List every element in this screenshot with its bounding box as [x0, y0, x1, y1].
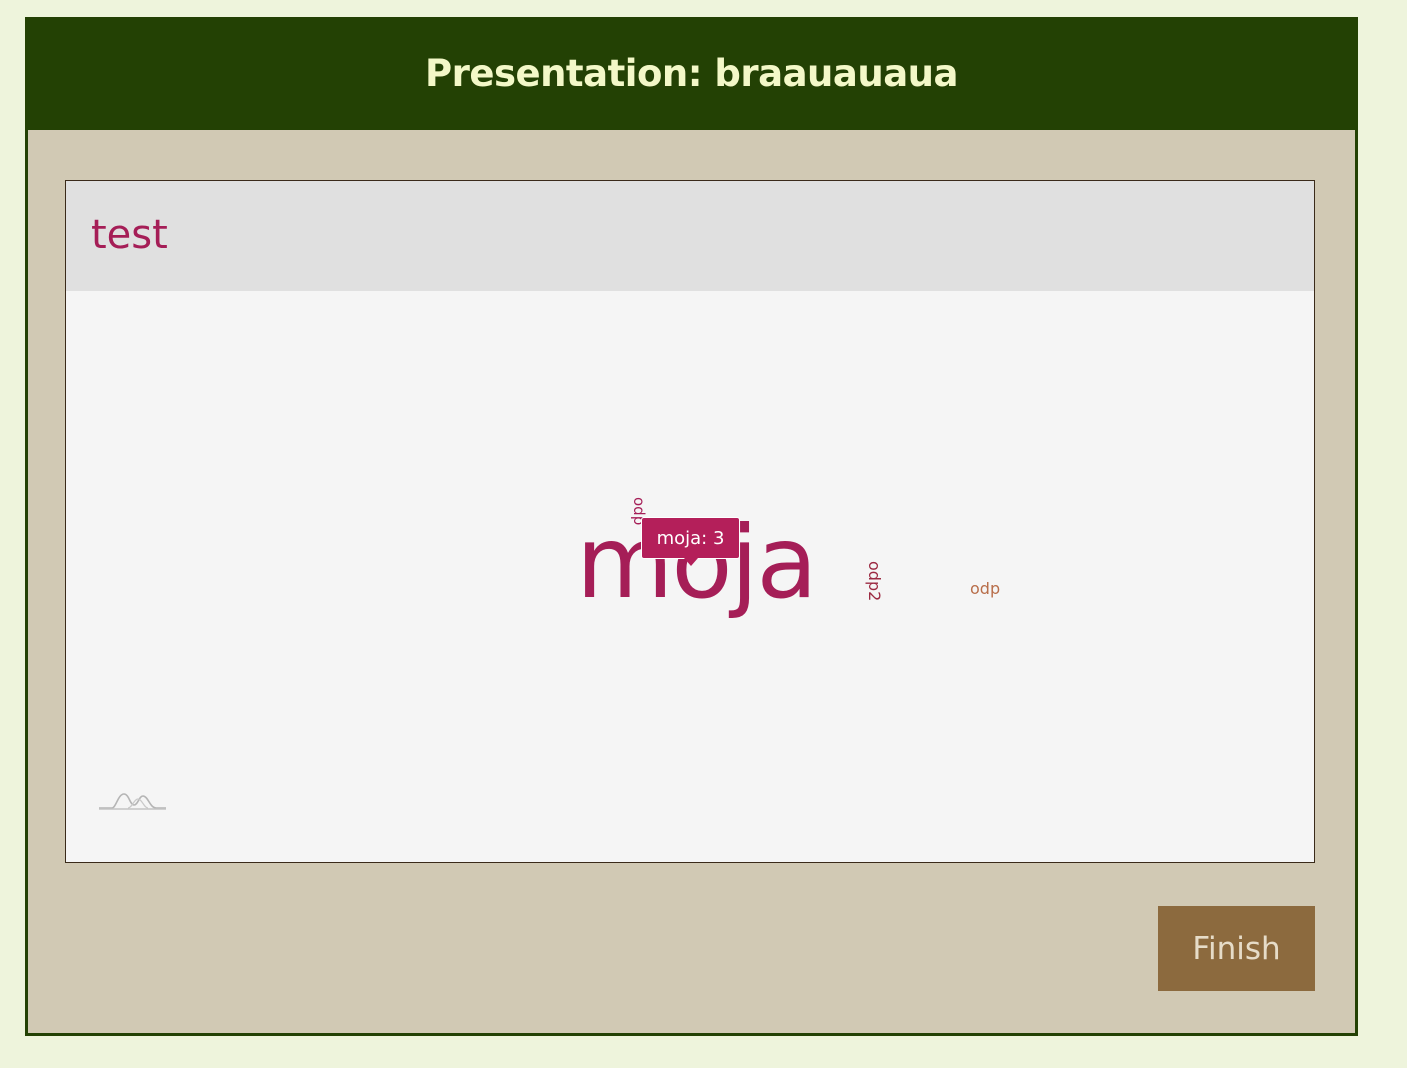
finish-button[interactable]: Finish	[1158, 906, 1315, 991]
presentation-header: Presentation: braauauaua	[25, 17, 1358, 130]
word-count-tooltip: moja: 3	[641, 517, 740, 566]
word-cloud: odp moja odp2 odp moja: 3	[66, 291, 1314, 862]
word-cloud-word-odp2[interactable]: odp2	[865, 561, 884, 601]
cloud-logo-icon	[99, 793, 166, 810]
presentation-title: Presentation: braauauaua	[425, 52, 958, 95]
presentation-frame: Presentation: braauauaua test odp moja o…	[25, 17, 1358, 1036]
question-title: test	[91, 212, 168, 258]
question-card: test odp moja odp2 odp moja: 3	[65, 180, 1315, 863]
question-header: test	[66, 181, 1314, 291]
word-cloud-word-odp[interactable]: odp	[970, 581, 1000, 597]
